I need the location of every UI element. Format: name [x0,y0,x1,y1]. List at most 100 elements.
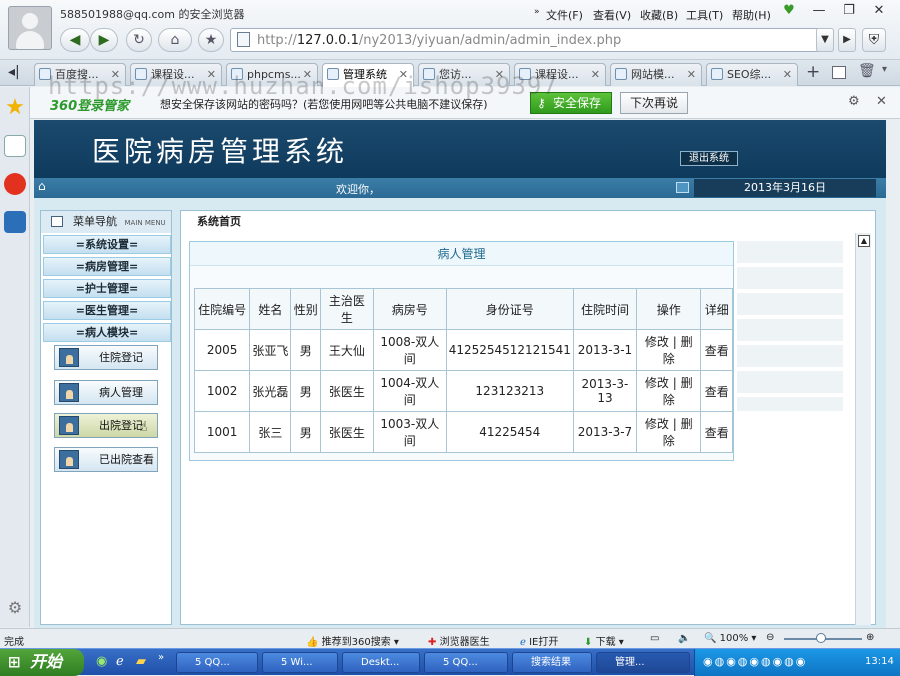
menu-view[interactable]: 查看(V) [593,7,631,23]
zoom-control[interactable]: 🔍 100% ▾ [704,633,756,644]
tab-menu-icon[interactable]: ▾ [882,64,887,75]
discharge-button[interactable]: 出院登记 ☝ [54,413,158,438]
zoom-out-icon[interactable]: ⊖ [766,632,774,643]
browser-doctor-label: 浏览器医生 [439,637,490,648]
address-bar[interactable]: http://127.0.0.1/ny2013/yiyuan/admin/adm… [230,28,834,52]
back-icon[interactable]: ◀ [60,28,90,52]
col-admission-date: 住院时间 [572,288,638,330]
pwbar-settings-icon[interactable]: ⚙ [848,94,860,109]
edit-delete-link[interactable]: 修改 | 删除 [636,329,702,371]
user-avatar[interactable] [8,6,52,50]
home-small-icon[interactable]: ⌂ [38,180,50,192]
tray-icons[interactable]: ◉◍◉◍◉◍◉◍◉ [703,655,807,668]
cell-doctor: 张医生 [320,411,374,453]
mobile-icon[interactable] [4,211,26,233]
view-link[interactable]: 查看 [700,370,733,412]
tab-close-icon[interactable]: ✕ [783,64,792,85]
user-email: 588501988@qq.com 的安全浏览器 [60,8,245,21]
app-title: 医院病房管理系统 [92,135,349,168]
menu-favorites[interactable]: 收藏(B) [640,7,678,23]
address-url[interactable]: http://127.0.0.1/ny2013/yiyuan/admin/adm… [257,33,621,48]
task-windows[interactable]: 5 Wi... [262,652,338,673]
menu-section-doctor[interactable]: =医生管理= [43,301,171,320]
shield-icon[interactable]: ⛨ [862,28,886,52]
quicklaunch-browser-icon[interactable]: ◉ [96,654,107,669]
close-window-icon[interactable]: ✕ [868,2,890,20]
browser-doctor-link[interactable]: ✚ 浏览器医生 [428,633,490,648]
menu-section-nurse[interactable]: =护士管理= [43,279,171,298]
tab-seo[interactable]: SEO综... ✕ [706,63,798,86]
view-link[interactable]: 查看 [700,329,733,371]
task-admin[interactable]: 管理... [596,652,690,673]
forward-icon[interactable]: ▶ [90,28,118,52]
zoom-slider[interactable] [784,633,862,643]
menu-expand-icon[interactable]: » [534,7,540,17]
ie-open-link[interactable]: ℯ IE打开 [520,633,558,648]
col-admission-id: 住院编号 [193,288,251,330]
minimize-icon[interactable]: — [808,2,830,20]
view-link[interactable]: 查看 [700,411,733,453]
cell-doctor: 张医生 [320,370,374,412]
cell-ward: 1008-双人间 [372,329,447,371]
scrollbar[interactable]: ▲ [855,233,871,625]
download-link[interactable]: ⬇ 下载 ▾ [584,633,624,648]
screen-icon[interactable]: ▭ [650,633,659,644]
zoom-slider-thumb[interactable] [816,633,826,643]
tab-scroll-left-icon[interactable]: ◂| [8,64,20,80]
discharged-view-button[interactable]: 已出院查看 [54,447,158,472]
favorites-star-icon[interactable]: ★ [4,97,26,119]
menu-section-ward[interactable]: =病房管理= [43,257,171,276]
task-desktop[interactable]: Deskt... [342,652,420,673]
menu-section-system[interactable]: =系统设置= [43,235,171,254]
quicklaunch-ie-icon[interactable]: ℯ [116,654,124,669]
skin-icon[interactable]: ♥ [778,2,800,20]
quicklaunch-folder-icon[interactable]: ▰ [136,654,146,669]
zoom-level: 100% [719,633,749,644]
col-doctor: 主治医生 [320,288,374,330]
tab-site-template[interactable]: 网站模... ✕ [610,63,702,86]
menu-section-patient[interactable]: =病人模块= [43,323,171,342]
menu-tools[interactable]: 工具(T) [686,7,723,23]
patient-manage-button[interactable]: 病人管理 [54,380,158,405]
trash-icon[interactable]: 🗑 [858,63,876,79]
cell-id-card: 4125254512121541 [445,329,574,371]
table-row: 1002 张光磊 男 张医生 1004-双人间 123123213 2013-3… [193,370,733,412]
edit-delete-link[interactable]: 修改 | 删除 [636,411,702,453]
go-icon[interactable]: ▶ [838,28,856,52]
notes-icon[interactable] [4,135,26,157]
task-qq-1[interactable]: 5 QQ... [176,652,258,673]
tab-close-icon[interactable]: ✕ [687,64,696,85]
zoom-in-icon[interactable]: ⊕ [866,632,874,643]
welcome-text: 欢迎你， [336,183,380,196]
task-qq-2[interactable]: 5 QQ... [424,652,508,673]
cell-gender: 男 [290,329,322,371]
admission-button[interactable]: 住院登记 [54,345,158,370]
pwbar-close-icon[interactable]: ✕ [876,94,887,109]
quicklaunch-more-icon[interactable]: » [158,652,164,663]
logout-button[interactable]: 退出系统 [680,151,738,166]
cell-name: 张亚飞 [249,329,292,371]
restore-icon[interactable]: ❐ [838,2,860,20]
menu-help[interactable]: 帮助(H) [732,7,771,23]
scroll-up-icon[interactable]: ▲ [858,235,870,247]
current-date: 2013年3月16日 [694,179,876,197]
home-icon[interactable]: ⌂ [158,28,192,52]
tab-close-icon[interactable]: ✕ [591,64,600,85]
start-button[interactable]: ⊞ 开始 [0,649,84,676]
weibo-icon[interactable] [4,173,26,195]
address-dropdown-icon[interactable]: ▼ [816,28,834,52]
sound-icon[interactable]: 🔈 [678,633,690,644]
edit-delete-link[interactable]: 修改 | 删除 [636,370,702,412]
recommend-360-link[interactable]: 👍 推荐到360搜索 ▾ [306,633,399,648]
tab-list-icon[interactable] [832,66,846,79]
favorite-star-icon[interactable]: ★ [198,28,224,52]
new-tab-icon[interactable]: + [806,62,820,82]
settings-gear-icon[interactable]: ⚙ [4,597,26,619]
content-title: 系统首页 [197,215,241,228]
cell-admission-id: 2005 [193,329,251,371]
task-search-results[interactable]: 搜索结果 [512,652,592,673]
refresh-icon[interactable]: ↻ [126,28,152,52]
later-button[interactable]: 下次再说 [620,92,688,114]
zoom-magnifier-icon: 🔍 [704,633,717,644]
menu-file[interactable]: 文件(F) [546,7,583,23]
